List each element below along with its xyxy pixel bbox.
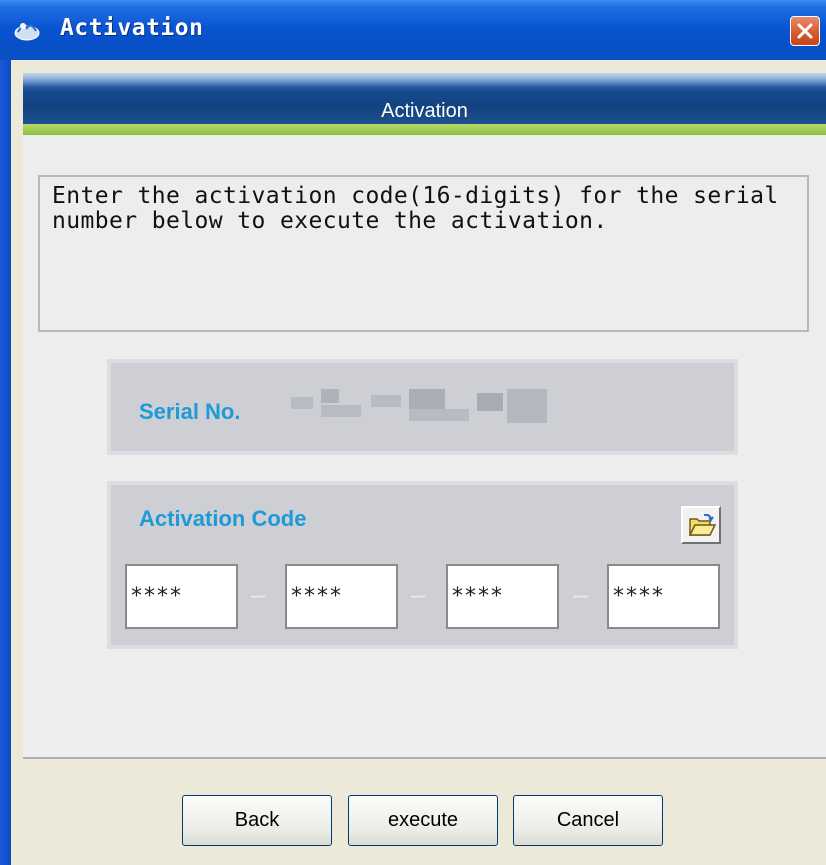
serial-number-label: Serial No. <box>139 399 241 424</box>
code-separator: – <box>251 579 266 609</box>
load-code-file-button[interactable] <box>681 506 721 544</box>
title-bar[interactable]: Activation <box>0 0 826 60</box>
instruction-text: Enter the activation code(16-digits) for… <box>52 183 793 234</box>
cancel-button[interactable]: Cancel <box>513 795 663 846</box>
serial-number-value-redacted <box>291 389 549 425</box>
activation-code-field-3[interactable] <box>446 564 559 629</box>
code-separator: – <box>411 579 426 609</box>
instruction-box: Enter the activation code(16-digits) for… <box>38 175 809 332</box>
close-button[interactable] <box>790 16 820 46</box>
banner-title: Activation <box>381 100 468 122</box>
activation-window: Activation Activation Enter the activati… <box>0 0 826 865</box>
window-title: Activation <box>60 15 204 41</box>
open-folder-icon <box>688 513 716 536</box>
close-icon <box>797 23 813 39</box>
serial-number-group: Serial No. <box>107 359 738 455</box>
activation-code-group: Activation Code – – – <box>107 481 738 649</box>
content-panel: Enter the activation code(16-digits) for… <box>23 135 826 759</box>
activation-code-field-2[interactable] <box>285 564 398 629</box>
execute-button[interactable]: execute <box>348 795 498 846</box>
code-separator: – <box>573 579 588 609</box>
back-button[interactable]: Back <box>182 795 332 846</box>
activation-code-field-4[interactable] <box>607 564 720 629</box>
activation-code-field-1[interactable] <box>125 564 238 629</box>
window-client-area: Activation Enter the activation code(16-… <box>11 60 826 865</box>
app-logo-icon <box>14 19 40 41</box>
window-left-border <box>0 60 11 865</box>
green-accent-strip <box>23 124 826 135</box>
activation-code-label: Activation Code <box>139 506 307 531</box>
